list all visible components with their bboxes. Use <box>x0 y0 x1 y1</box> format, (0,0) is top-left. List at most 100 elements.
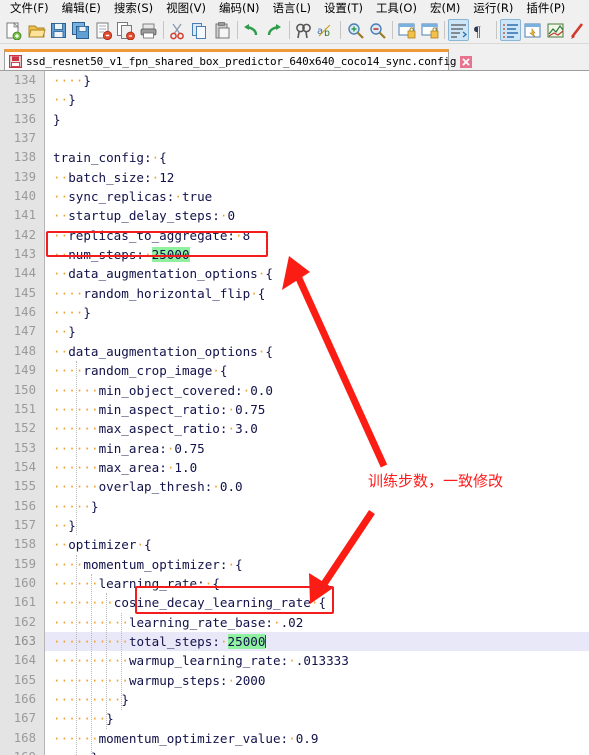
show-doc-map-icon <box>546 21 565 40</box>
toolbar-indent-guide-button[interactable] <box>499 19 521 41</box>
macro-record-icon <box>568 21 587 40</box>
code-line[interactable]: 150 ······min_object_covered:·0.0 <box>14 381 589 400</box>
code-line-text: ··replicas_to_aggregate:·8 <box>53 227 251 243</box>
menu-edit[interactable]: 编辑(E) <box>56 0 108 17</box>
toolbar-zoom-in-button[interactable] <box>344 19 365 41</box>
line-number: 148 <box>13 343 36 358</box>
code-line[interactable]: 147 ··} <box>14 322 589 341</box>
toolbar-redo-button[interactable] <box>263 19 284 41</box>
code-line[interactable]: 168 ······momentum_optimizer_value:·0.9 <box>14 729 589 748</box>
code-line-text: ······learning_rate:·{ <box>53 575 220 591</box>
zoom-out-icon <box>368 21 387 40</box>
code-line[interactable]: 152 ······max_aspect_ratio:·3.0 <box>14 419 589 438</box>
menu-run[interactable]: 运行(R) <box>467 0 520 17</box>
code-line[interactable]: 149 ····random_crop_image·{ <box>14 361 589 380</box>
code-line[interactable]: 165 ··········warmup_steps:·2000 <box>14 671 589 690</box>
code-line[interactable]: 140 ··sync_replicas:·true <box>14 187 589 206</box>
toolbar-show-all-characters-button[interactable]: ¶ <box>470 19 491 41</box>
user-defined-dialog-icon <box>523 21 542 40</box>
close-all-icon <box>116 21 136 40</box>
code-line[interactable]: 141 ··startup_delay_steps:·0 <box>14 206 589 225</box>
line-number: 166 <box>13 692 36 706</box>
code-line[interactable]: 159 ····momentum_optimizer:·{ <box>14 555 589 574</box>
toolbar-save-button[interactable] <box>48 19 69 41</box>
toolbar-zoom-out-button[interactable] <box>367 19 388 41</box>
toolbar-sync-vertical-scroll-button[interactable] <box>396 19 417 41</box>
code-line[interactable]: 145 ····random_horizontal_flip·{ <box>14 284 589 303</box>
toolbar-replace-button[interactable]: ab <box>315 19 336 41</box>
code-line[interactable]: 166 ·········} <box>14 690 589 709</box>
code-line[interactable]: 162 ··········learning_rate_base:·.02 <box>14 613 589 632</box>
code-line-text: ····random_horizontal_flip·{ <box>53 285 266 301</box>
code-line[interactable]: 156 ·····} <box>14 497 589 516</box>
toolbar-find-button[interactable] <box>293 19 314 41</box>
toolbar-sync-horizontal-scroll-button[interactable] <box>418 19 439 41</box>
code-line-text: ·······} <box>53 711 114 727</box>
code-line-text: ····momentum_optimizer:·{ <box>53 556 243 572</box>
menu-view[interactable]: 视图(V) <box>160 0 213 17</box>
toolbar-close-file-button[interactable] <box>93 19 114 41</box>
code-line[interactable]: 157 ··} <box>14 516 589 535</box>
menu-search[interactable]: 搜索(S) <box>108 0 160 17</box>
line-number: 145 <box>13 285 36 300</box>
line-number: 140 <box>13 189 36 204</box>
code-editor[interactable]: 134 ····} 135 ··} 136} 137 138 train_config:·{1… <box>0 70 589 755</box>
code-line[interactable]: 135 ··} <box>14 90 589 109</box>
code-line[interactable]: 142 ··replicas_to_aggregate:·8 <box>14 226 589 245</box>
toolbar-separator <box>236 21 238 39</box>
code-line[interactable]: 154 ······max_area:·1.0 <box>14 458 589 477</box>
code-line[interactable]: 139 ··batch_size:·12 <box>14 168 589 187</box>
toolbar-save-all-button[interactable] <box>70 19 91 41</box>
indent-guide-icon <box>501 21 520 40</box>
code-line[interactable]: 163 ··········total_steps:·25000 <box>14 631 589 652</box>
toolbar-cut-button[interactable] <box>167 19 188 41</box>
menu-language[interactable]: 语言(L) <box>267 0 318 17</box>
code-line-text: ······momentum_optimizer_value:·0.9 <box>53 730 319 746</box>
toolbar-user-defined-dialog-button[interactable] <box>522 19 543 41</box>
toolbar-paste-button[interactable] <box>211 19 232 41</box>
code-line[interactable]: 151 ······min_aspect_ratio:·0.75 <box>14 400 589 419</box>
code-line[interactable]: 148 ··data_augmentation_options·{ <box>14 342 589 361</box>
code-line[interactable]: 146 ····} <box>14 303 589 322</box>
toolbar-separator <box>162 21 164 39</box>
code-line-text: ······max_area:·1.0 <box>53 459 198 475</box>
toolbar-undo-button[interactable] <box>241 19 262 41</box>
line-number: 141 <box>13 208 36 223</box>
toolbar-show-doc-map-button[interactable] <box>544 19 565 41</box>
menu-plugins[interactable]: 插件(P) <box>520 0 572 17</box>
code-line[interactable]: 138 train_config:·{ <box>14 148 589 167</box>
line-number: 160 <box>13 575 36 590</box>
toolbar-separator <box>443 21 445 39</box>
code-line-text: ······max_aspect_ratio:·3.0 <box>53 421 258 437</box>
menu-file[interactable]: 文件(F) <box>4 0 56 17</box>
toolbar-new-file-button[interactable] <box>3 19 24 41</box>
close-icon[interactable] <box>460 55 473 68</box>
code-line[interactable]: 136} <box>14 110 589 129</box>
menu-tools[interactable]: 工具(O) <box>370 0 424 17</box>
code-line[interactable]: 134 ····} <box>14 71 589 90</box>
code-line[interactable]: 161 ········cosine_decay_learning_rate·{ <box>14 593 589 612</box>
code-line[interactable]: 144 ··data_augmentation_options·{ <box>14 264 589 283</box>
code-line[interactable]: 169·····} <box>14 748 589 755</box>
line-number: 147 <box>13 324 36 339</box>
code-line[interactable]: 164 ··········warmup_learning_rate:·.0133… <box>14 651 589 670</box>
code-line[interactable]: 153 ······min_area:·0.75 <box>14 439 589 458</box>
toolbar-close-all-button[interactable] <box>115 19 136 41</box>
code-line[interactable]: 155 ······overlap_thresh:·0.0 <box>14 477 589 496</box>
menu-settings[interactable]: 设置(T) <box>318 0 370 17</box>
code-line[interactable]: 167 ·······} <box>14 709 589 728</box>
code-line[interactable]: 137 <box>14 129 589 148</box>
editor-tab-config[interactable]: ssd_resnet50_v1_fpn_shared_box_predictor… <box>4 49 473 71</box>
code-line[interactable]: 143 ··num_steps:·25000 <box>14 245 589 264</box>
toolbar-copy-button[interactable] <box>189 19 210 41</box>
code-line-text: ··startup_delay_steps:·0 <box>53 208 236 224</box>
toolbar-open-file-button[interactable] <box>25 19 46 41</box>
code-line[interactable]: 160 ······learning_rate:·{ <box>14 574 589 593</box>
toolbar-print-button[interactable] <box>137 19 158 41</box>
toolbar-word-wrap-button[interactable] <box>447 19 470 41</box>
menu-macro[interactable]: 宏(M) <box>424 0 467 17</box>
menu-encoding[interactable]: 编码(N) <box>213 0 267 17</box>
toolbar-macro-record-button[interactable] <box>567 19 588 41</box>
code-line[interactable]: 158 ··optimizer·{ <box>14 535 589 554</box>
code-text-area[interactable]: 134 ····} 135 ··} 136} 137 138 train_config:·{1… <box>14 71 589 755</box>
